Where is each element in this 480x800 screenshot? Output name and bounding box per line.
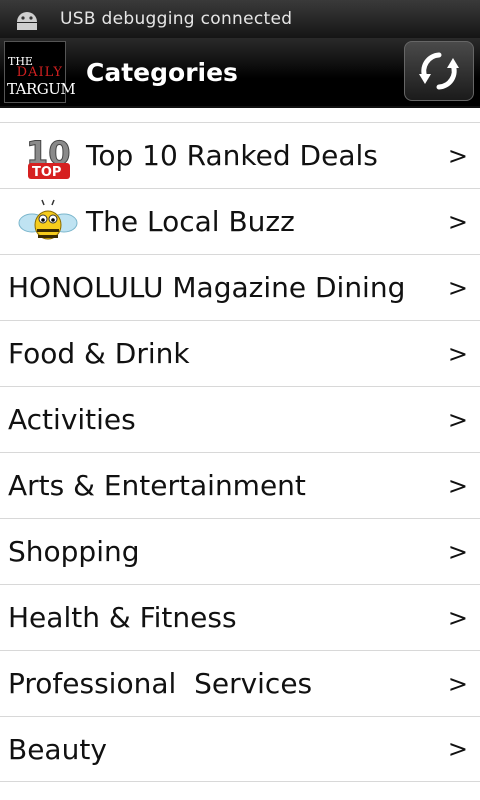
category-label: The Local Buzz	[86, 205, 295, 238]
category-row-shopping[interactable]: Shopping >	[0, 518, 480, 584]
refresh-button[interactable]	[404, 41, 474, 101]
app-logo[interactable]: THE DAILY TARGUM	[4, 41, 76, 103]
category-label: Arts & Entertainment	[8, 469, 306, 502]
refresh-icon	[419, 52, 459, 90]
svg-text:TOP: TOP	[32, 165, 61, 180]
chevron-right-icon: >	[447, 735, 468, 763]
chevron-right-icon: >	[447, 141, 468, 170]
chevron-right-icon: >	[447, 339, 468, 368]
category-list: 10 TOP Top 10 Ranked Deals > The Local B…	[0, 122, 480, 782]
page-title: Categories	[86, 57, 238, 87]
category-label: Beauty	[8, 732, 107, 766]
category-row-beauty[interactable]: Beauty >	[0, 716, 480, 782]
logo-line-targum: TARGUM	[7, 80, 76, 98]
category-label: HONOLULU Magazine Dining	[8, 271, 406, 304]
category-row-health-fitness[interactable]: Health & Fitness >	[0, 584, 480, 650]
chevron-right-icon: >	[447, 603, 468, 632]
chevron-right-icon: >	[447, 537, 468, 566]
chevron-right-icon: >	[447, 405, 468, 434]
status-bar: USB debugging connected	[0, 0, 480, 38]
category-label: Shopping	[8, 535, 140, 568]
category-label: Health & Fitness	[8, 601, 237, 634]
category-label: Top 10 Ranked Deals	[86, 139, 378, 172]
chevron-right-icon: >	[447, 471, 468, 500]
title-bar: THE DAILY TARGUM Categories	[0, 38, 480, 108]
category-row-local-buzz[interactable]: The Local Buzz >	[0, 188, 480, 254]
category-row-arts-entertainment[interactable]: Arts & Entertainment >	[0, 452, 480, 518]
category-label: Professional Services	[8, 667, 313, 700]
bee-icon	[18, 197, 78, 247]
logo-line-daily: DAILY	[16, 65, 63, 80]
top10-icon: 10 TOP	[18, 131, 78, 181]
category-row-honolulu-dining[interactable]: HONOLULU Magazine Dining >	[0, 254, 480, 320]
chevron-right-icon: >	[447, 273, 468, 302]
android-debug-icon	[14, 8, 40, 30]
category-label: Food & Drink	[8, 337, 190, 370]
status-text: USB debugging connected	[60, 9, 293, 29]
category-label: Activities	[8, 403, 136, 436]
chevron-right-icon: >	[447, 207, 468, 236]
category-row-professional-services[interactable]: Professional Services >	[0, 650, 480, 716]
category-row-top-10[interactable]: 10 TOP Top 10 Ranked Deals >	[0, 122, 480, 188]
category-row-activities[interactable]: Activities >	[0, 386, 480, 452]
chevron-right-icon: >	[447, 669, 468, 698]
category-row-food-drink[interactable]: Food & Drink >	[0, 320, 480, 386]
